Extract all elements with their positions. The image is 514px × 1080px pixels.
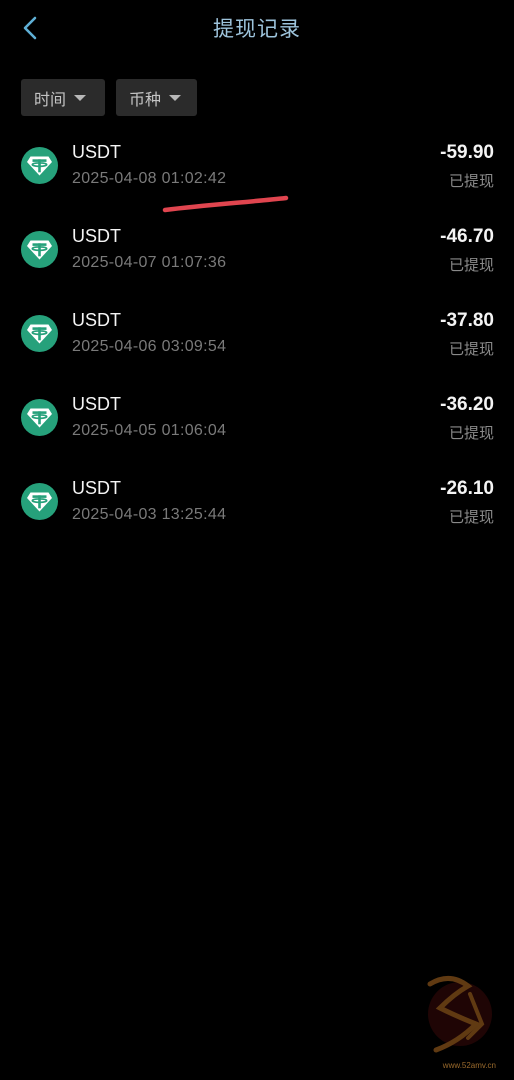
caret-down-icon	[169, 94, 182, 101]
record-status: 已提现	[448, 172, 494, 190]
caret-down-icon	[74, 94, 87, 101]
record-status: 已提现	[448, 424, 494, 442]
usdt-coin-icon	[21, 399, 58, 436]
record-date: 2025-04-07 01:07:36	[72, 254, 227, 271]
record-amount: -26.10	[440, 478, 494, 499]
record-date: 2025-04-06 03:09:54	[72, 338, 227, 355]
usdt-coin-icon	[21, 231, 58, 268]
time-filter-dropdown[interactable]: 时间	[21, 79, 105, 116]
withdrawal-record-row[interactable]: USDT 2025-04-03 13:25:44 -26.10 已提现	[0, 474, 514, 558]
record-date: 2025-04-05 01:06:04	[72, 422, 227, 439]
red-underline-annotation	[162, 195, 289, 213]
record-date: 2025-04-03 13:25:44	[72, 506, 227, 523]
coin-name: USDT	[72, 394, 121, 414]
record-status: 已提现	[448, 256, 494, 274]
record-amount: -37.80	[440, 310, 494, 331]
usdt-coin-icon	[21, 315, 58, 352]
record-amount: -46.70	[440, 226, 494, 247]
record-status: 已提现	[448, 508, 494, 526]
watermark-seal	[427, 976, 492, 1053]
coin-name: USDT	[72, 310, 121, 330]
coin-filter-dropdown[interactable]: 币种	[116, 79, 197, 116]
withdrawal-record-row[interactable]: USDT 2025-04-06 03:09:54 -37.80 已提现	[0, 306, 514, 390]
record-amount: -59.90	[440, 142, 494, 163]
time-filter-label: 时间	[34, 89, 67, 109]
withdrawal-record-row[interactable]: USDT 2025-04-07 01:07:36 -46.70 已提现	[0, 222, 514, 306]
coin-name: USDT	[72, 478, 121, 498]
usdt-coin-icon	[21, 483, 58, 520]
filter-bar: 时间 币种	[21, 79, 197, 116]
record-amount: -36.20	[440, 394, 494, 415]
record-status: 已提现	[448, 340, 494, 358]
withdrawal-record-row[interactable]: USDT 2025-04-05 01:06:04 -36.20 已提现	[0, 390, 514, 474]
record-date: 2025-04-08 01:02:42	[72, 170, 227, 187]
header: 提现记录	[0, 0, 514, 56]
coin-filter-label: 币种	[129, 89, 162, 109]
coin-name: USDT	[72, 142, 121, 162]
watermark-url: www.52amv.cn	[442, 1061, 496, 1070]
coin-name: USDT	[72, 226, 121, 246]
page-title: 提现记录	[213, 17, 301, 41]
usdt-coin-icon	[21, 147, 58, 184]
